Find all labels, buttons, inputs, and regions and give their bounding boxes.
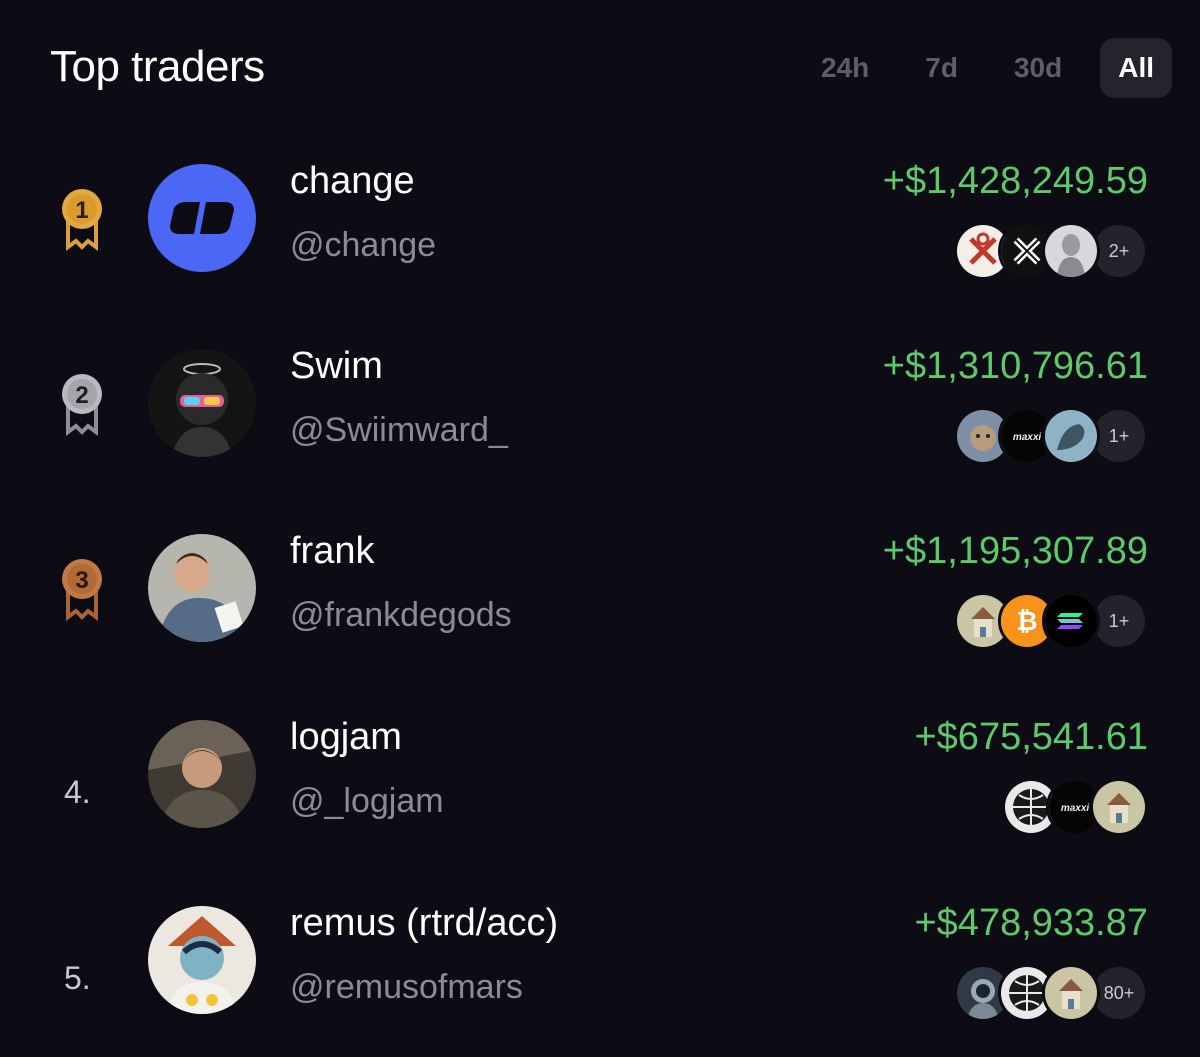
tab-30d[interactable]: 30d — [996, 38, 1080, 98]
tab-24h[interactable]: 24h — [803, 38, 887, 98]
trader-row[interactable]: 1 change @change +$1,428,249.59 2+ — [0, 130, 1200, 315]
tab-all[interactable]: All — [1100, 38, 1172, 98]
photo-avatar-icon — [148, 534, 256, 642]
svg-text:maxxi: maxxi — [1061, 803, 1090, 814]
avatar[interactable] — [148, 720, 256, 828]
timeframe-tabs: 24h 7d 30d All — [783, 38, 1172, 98]
token-stack[interactable]: ₿ 1+ — [954, 592, 1148, 650]
trader-row[interactable]: 4. logjam @_logjam +$675,541.61 maxxi — [0, 686, 1200, 871]
trader-handle[interactable]: @_logjam — [290, 782, 444, 821]
tab-7d[interactable]: 7d — [907, 38, 976, 98]
trader-name[interactable]: frank — [290, 530, 374, 573]
token-house-icon — [1042, 964, 1100, 1022]
anime-avatar-icon — [148, 349, 256, 457]
trader-row[interactable]: 3 frank @frankdegods +$1,195,307.89 ₿ 1+ — [0, 500, 1200, 685]
token-statue-icon — [1042, 222, 1100, 280]
avatar[interactable] — [148, 164, 256, 272]
gold-medal-icon: 1 — [62, 189, 102, 251]
trader-handle[interactable]: @frankdegods — [290, 596, 512, 635]
trader-name[interactable]: change — [290, 160, 415, 203]
trader-pnl: +$1,428,249.59 — [882, 160, 1148, 202]
rank-number: 5. — [64, 960, 91, 996]
page-title: Top traders — [50, 42, 265, 91]
svg-text:2: 2 — [75, 382, 88, 409]
svg-text:₿: ₿ — [1016, 607, 1037, 637]
trader-pnl: +$1,195,307.89 — [882, 530, 1148, 572]
trader-name[interactable]: remus (rtrd/acc) — [290, 902, 558, 945]
trader-pnl: +$675,541.61 — [914, 716, 1148, 758]
trader-handle[interactable]: @Swiimward_ — [290, 411, 508, 450]
token-stack[interactable]: maxxi — [1002, 778, 1148, 836]
avatar[interactable] — [148, 349, 256, 457]
token-stack[interactable]: maxxi 1+ — [954, 407, 1148, 465]
trader-pnl: +$1,310,796.61 — [882, 345, 1148, 387]
trader-handle[interactable]: @change — [290, 226, 436, 265]
trader-name[interactable]: logjam — [290, 716, 402, 759]
token-house-icon — [1090, 778, 1148, 836]
trader-row[interactable]: 5. remus (rtrd/acc) @remusofmars +$478,9… — [0, 872, 1200, 1057]
photo-avatar-icon — [148, 720, 256, 828]
avatar[interactable] — [148, 534, 256, 642]
avatar[interactable] — [148, 906, 256, 1014]
token-stack[interactable]: 2+ — [954, 222, 1148, 280]
trader-pnl: +$478,933.87 — [914, 902, 1148, 944]
svg-text:1: 1 — [75, 197, 88, 224]
trader-name[interactable]: Swim — [290, 345, 383, 388]
svg-text:3: 3 — [75, 567, 88, 594]
solana-icon — [1042, 592, 1100, 650]
silver-medal-icon: 2 — [62, 374, 102, 436]
token-bird-icon — [1042, 407, 1100, 465]
svg-text:maxxi: maxxi — [1013, 432, 1042, 443]
bronze-medal-icon: 3 — [62, 559, 102, 621]
rank-number: 4. — [64, 774, 91, 810]
token-stack[interactable]: 80+ — [954, 964, 1148, 1022]
cartoon-avatar-icon — [148, 906, 256, 1014]
trader-handle[interactable]: @remusofmars — [290, 968, 523, 1007]
trader-row[interactable]: 2 Swim @Swiimward_ +$1,310,796.61 maxxi … — [0, 315, 1200, 500]
change-logo-icon — [148, 164, 256, 272]
